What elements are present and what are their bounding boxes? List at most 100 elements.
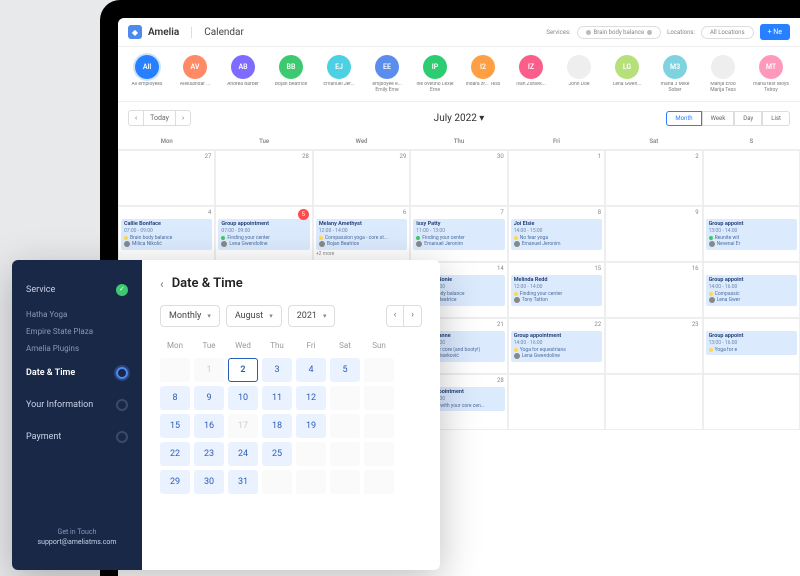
employee-avatar[interactable]: EJEmanuel Jer... (320, 55, 358, 93)
recurrence-select[interactable]: Monthly▾ (160, 305, 220, 327)
services-filter[interactable]: Brain body balance (577, 26, 662, 39)
calendar-event[interactable]: Group appoint14:00 - 16:00CompassicLena … (706, 275, 797, 306)
employee-avatar[interactable]: John Doe (560, 55, 598, 93)
mini-prev-button[interactable]: ‹ (386, 305, 404, 327)
cell-date: 16 (692, 265, 699, 272)
calendar-cell[interactable]: 2 (605, 150, 702, 206)
year-select[interactable]: 2021▾ (288, 305, 336, 327)
back-arrow-icon[interactable]: ‹ (160, 277, 164, 291)
calendar-cell[interactable]: Group appoint13:00 - 14:00Reunite witNev… (703, 206, 800, 262)
mini-date-cell (296, 442, 326, 466)
calendar-event[interactable]: Joi Elsie14:00 - 15:00No fear yogaEmanue… (511, 219, 602, 250)
calendar-cell[interactable]: 7Issy Patty11:00 - 13:00Finding your cen… (410, 206, 507, 262)
employee-avatar-row: AllAll employees AVAleksandar ... ABAndrea… (118, 47, 800, 102)
view-month-button[interactable]: Month (666, 111, 701, 126)
calendar-event[interactable]: Melany Amethyst12:00 - 14:00Compassion y… (316, 219, 407, 250)
mini-date-cell[interactable]: 31 (228, 470, 258, 494)
employee-avatar[interactable]: LGLena Gwen... (608, 55, 646, 93)
mini-date-cell[interactable]: 5 (330, 358, 360, 382)
avatar-circle: AB (231, 55, 255, 79)
calendar-cell[interactable]: 28 (215, 150, 312, 206)
mini-date-cell[interactable]: 4 (296, 358, 326, 382)
today-button[interactable]: Today (144, 110, 175, 126)
modal-title: ‹ Date & Time (160, 276, 422, 291)
mini-date-cell[interactable]: 9 (194, 386, 224, 410)
mini-date-cell[interactable]: 11 (262, 386, 292, 410)
view-week-button[interactable]: Week (702, 111, 735, 126)
calendar-cell[interactable]: 6Melany Amethyst12:00 - 14:00Compassion … (313, 206, 410, 262)
mini-date-cell[interactable]: 29 (160, 470, 190, 494)
more-events[interactable]: +2 more (316, 251, 407, 257)
mini-date-cell (296, 470, 326, 494)
step-service[interactable]: Service (12, 274, 142, 306)
calendar-cell[interactable]: 5Group appointment07:00 - 09:00Finding y… (215, 206, 312, 262)
mini-date-cell[interactable]: 16 (194, 414, 224, 438)
next-button[interactable]: › (175, 110, 191, 126)
support-email[interactable]: support@ameliatms.com (22, 538, 132, 546)
calendar-cell[interactable]: 29 (313, 150, 410, 206)
employee-avatar[interactable]: IPine ovetino Lexie Erne (416, 55, 454, 93)
add-button[interactable]: + Ne (760, 24, 790, 40)
employee-avatar[interactable]: MTmaria test Moys Telroy (752, 55, 790, 93)
calendar-cell[interactable] (605, 374, 702, 430)
locations-filter[interactable]: All Locations (701, 26, 754, 39)
mini-date-cell[interactable]: 15 (160, 414, 190, 438)
mini-date-cell[interactable]: 18 (262, 414, 292, 438)
employee-avatar[interactable]: AllAll employees (128, 55, 166, 93)
cell-date: 28 (302, 153, 309, 160)
calendar-cell[interactable] (703, 150, 800, 206)
calendar-event[interactable]: Melinda Redd12:00 - 14:00Finding your ce… (511, 275, 602, 306)
calendar-event[interactable]: Group appointment14:00 - 16:00Yoga for e… (511, 331, 602, 362)
calendar-cell[interactable]: 27 (118, 150, 215, 206)
mini-date-cell[interactable]: 25 (262, 442, 292, 466)
employee-avatar[interactable]: Marija Eroo Marija Tess (704, 55, 742, 93)
step-payment[interactable]: Payment (12, 421, 142, 453)
step-information[interactable]: Your Information (12, 389, 142, 421)
calendar-cell[interactable]: 4 Callie Boniface07:00 - 09:00Brain body … (118, 206, 215, 262)
calendar-event[interactable]: Group appoint13:00 - 16:00Yoga for e (706, 331, 797, 355)
mini-date-cell[interactable]: 22 (160, 442, 190, 466)
cell-date: 4 (208, 209, 211, 216)
mini-date-cell[interactable]: 10 (228, 386, 258, 410)
employee-avatar[interactable]: M3maria 3 Mike Sober (656, 55, 694, 93)
calendar-toolbar: ‹ Today › July 2022 ▾ MonthWeekDayList (118, 102, 800, 134)
calendar-cell[interactable]: 30 (410, 150, 507, 206)
calendar-cell[interactable]: Group appoint13:00 - 16:00Yoga for e (703, 318, 800, 374)
mini-date-cell[interactable]: 23 (194, 442, 224, 466)
calendar-event[interactable]: Group appointment07:00 - 09:00Finding yo… (218, 219, 309, 250)
employee-avatar[interactable]: IZIvan Zdravk... (512, 55, 550, 93)
mini-date-cell[interactable]: 2 (228, 358, 258, 382)
calendar-cell[interactable]: 8Joi Elsie14:00 - 15:00No fear yogaEmanu… (508, 206, 605, 262)
calendar-event[interactable]: Callie Boniface07:00 - 09:00Brain body b… (121, 219, 212, 250)
calendar-cell[interactable] (703, 374, 800, 430)
calendar-cell[interactable]: 16 (605, 262, 702, 318)
calendar-cell[interactable] (508, 374, 605, 430)
calendar-month-title[interactable]: July 2022 ▾ (434, 113, 485, 124)
mini-date-cell[interactable]: 19 (296, 414, 326, 438)
calendar-cell[interactable]: 22Group appointment14:00 - 16:00Yoga for… (508, 318, 605, 374)
employee-avatar[interactable]: AVAleksandar ... (176, 55, 214, 93)
mini-date-cell[interactable]: 3 (262, 358, 292, 382)
view-day-button[interactable]: Day (734, 111, 762, 126)
prev-button[interactable]: ‹ (128, 110, 144, 126)
mini-date-cell[interactable]: 30 (194, 470, 224, 494)
employee-avatar[interactable]: ABAndrea Barber (224, 55, 262, 93)
employee-avatar[interactable]: BBBojan Beatrice (272, 55, 310, 93)
step-datetime[interactable]: Date & Time (12, 357, 142, 389)
employee-avatar[interactable]: I2Indara zr... Tess (464, 55, 502, 93)
employee-avatar[interactable]: EEemployee e... Emily Erne (368, 55, 406, 93)
mini-date-cell[interactable]: 8 (160, 386, 190, 410)
calendar-cell[interactable]: Group appoint14:00 - 16:00CompassicLena … (703, 262, 800, 318)
calendar-cell[interactable]: 1 (508, 150, 605, 206)
mini-date-cell[interactable]: 12 (296, 386, 326, 410)
calendar-cell[interactable]: 23 (605, 318, 702, 374)
calendar-event[interactable]: Group appoint13:00 - 14:00Reunite witNev… (706, 219, 797, 250)
calendar-cell[interactable]: 9 (605, 206, 702, 262)
mini-date-cell[interactable]: 24 (228, 442, 258, 466)
view-list-button[interactable]: List (762, 111, 790, 126)
mini-next-button[interactable]: › (403, 305, 422, 327)
month-select[interactable]: August▾ (226, 305, 282, 327)
calendar-cell[interactable]: 15Melinda Redd12:00 - 14:00Finding your … (508, 262, 605, 318)
modal-content: ‹ Date & Time Monthly▾ August▾ 2021▾ ‹ ›… (142, 260, 440, 570)
calendar-event[interactable]: Issy Patty11:00 - 13:00Finding your cent… (413, 219, 504, 250)
